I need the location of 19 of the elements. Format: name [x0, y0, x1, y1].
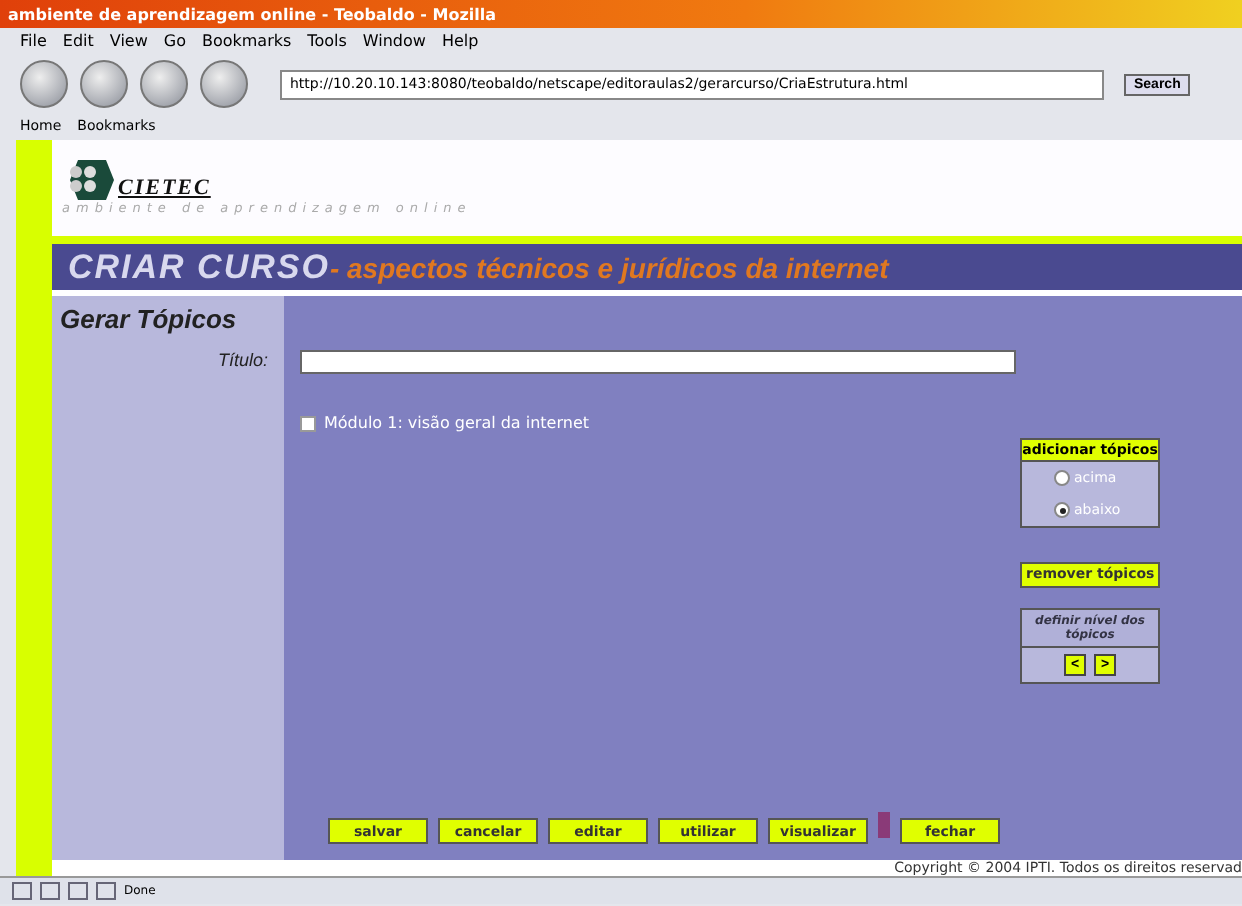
page-title: CRIAR CURSO [68, 247, 330, 287]
page-subtitle: - aspectos técnicos e jurídicos da internet [329, 251, 889, 283]
radio-button[interactable] [1054, 502, 1070, 518]
section-heading: Gerar Tópicos [60, 304, 239, 334]
window-title: ambiente de aprendizagem online - Teobaldo - Mozilla [8, 5, 497, 23]
menu-item[interactable]: Help [441, 31, 479, 49]
topic-label: Módulo 1: visão geral da internet [324, 414, 590, 432]
logo-text: CIETEC [118, 176, 211, 200]
menu-item[interactable]: View [109, 31, 148, 49]
checkbox[interactable] [300, 415, 316, 431]
menu-item[interactable]: Edit [62, 31, 94, 49]
menu-item[interactable]: Bookmarks [201, 31, 292, 49]
title-input[interactable] [300, 350, 1016, 374]
menu-item[interactable]: Tools [307, 31, 347, 49]
field-label: Título: [215, 350, 270, 370]
menu-item[interactable]: Window [362, 31, 426, 49]
menu-item[interactable]: File [20, 31, 47, 49]
menu-item[interactable]: Go [163, 31, 186, 49]
radio-button[interactable] [1054, 470, 1070, 486]
